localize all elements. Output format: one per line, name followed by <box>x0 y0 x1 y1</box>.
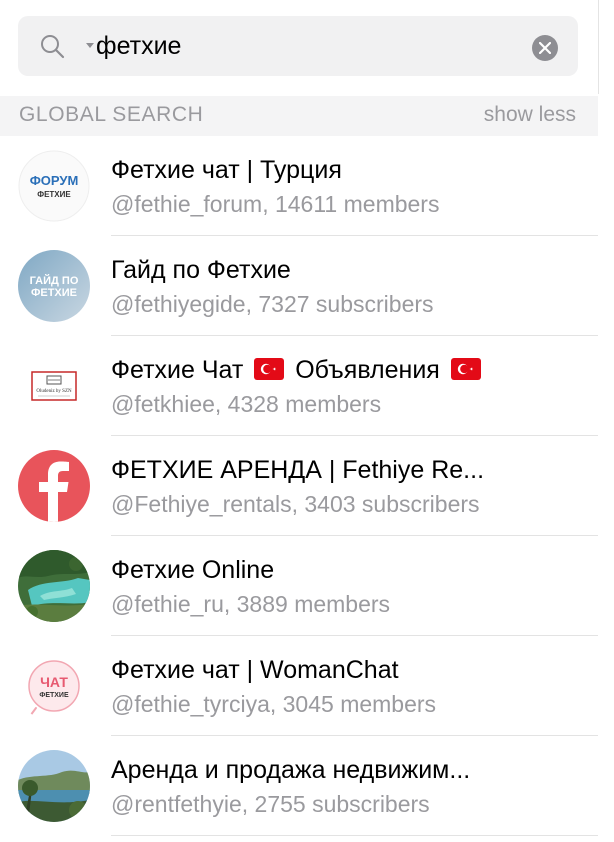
avatar <box>18 750 90 822</box>
turkey-flag-icon <box>254 358 285 380</box>
avatar-text: ФЕТХИЕ <box>31 287 77 299</box>
avatar-text: ГАЙД ПО <box>30 274 79 287</box>
avatar: Oludeniz by SZN <box>18 350 90 422</box>
result-subtitle: @Fethiye_rentals, 3403 subscribers <box>111 491 480 517</box>
result-title: Фетхие чат | Турция <box>111 156 342 184</box>
turkey-flag-icon <box>450 358 481 380</box>
result-subtitle: @fethie_ru, 3889 members <box>111 591 391 617</box>
avatar-text: ФОРУМ <box>30 173 79 188</box>
global-search-header: GLOBAL SEARCH show less <box>0 96 598 136</box>
result-subtitle: @fetkhiee, 4328 members <box>111 391 382 417</box>
result-title-part: Объявления <box>295 356 440 384</box>
row-separator <box>111 835 598 836</box>
result-title-part: Фетхие Чат <box>111 356 244 384</box>
avatar-text: ФЕТХИЕ <box>37 190 71 199</box>
search-icon[interactable] <box>39 33 65 59</box>
result-title: Фетхие Чат Объявления <box>111 356 581 385</box>
search-result-item[interactable]: ЧАТ ФЕТХИЕ Фетхие чат | WomanChat @fethi… <box>0 636 598 736</box>
lagoon-photo <box>18 550 90 622</box>
search-result-item[interactable]: Фетхие Online @fethie_ru, 3889 members <box>0 536 598 636</box>
panel-divider <box>598 0 599 94</box>
avatar: ФОРУМ ФЕТХИЕ <box>18 150 90 222</box>
search-result-item[interactable]: ФЕТХИЕ АРЕНДА | Fethiye Re... @Fethiye_r… <box>0 436 598 536</box>
result-subtitle: @fethie_forum, 14611 members <box>111 191 440 217</box>
avatar-text: Oludeniz by SZN <box>36 389 72 394</box>
show-less-link[interactable]: show less <box>484 103 576 127</box>
result-title: Фетхие чат | WomanChat <box>111 656 399 684</box>
avatar: ЧАТ ФЕТХИЕ <box>18 650 90 722</box>
result-subtitle: @fethie_tyrciya, 3045 members <box>111 691 437 717</box>
result-title: Фетхие Online <box>111 556 275 584</box>
search-input[interactable] <box>96 25 516 67</box>
avatar-text: ФЕТХИЕ <box>39 692 69 699</box>
result-title: Аренда и продажа недвижим... <box>111 756 471 784</box>
search-result-item[interactable]: ФОРУМ ФЕТХИЕ Фетхие чат | Турция @fethie… <box>0 136 598 236</box>
search-results-list: ФОРУМ ФЕТХИЕ Фетхие чат | Турция @fethie… <box>0 136 598 836</box>
search-result-item[interactable]: Oludeniz by SZN Фетхие Чат Объявления @f… <box>0 336 598 436</box>
section-title: GLOBAL SEARCH <box>19 103 204 126</box>
result-subtitle: @rentfethyie, 2755 subscribers <box>111 791 430 817</box>
clear-search-icon[interactable] <box>532 35 558 61</box>
avatar <box>18 450 90 522</box>
result-title: Гайд по Фетхие <box>111 256 291 284</box>
search-result-item[interactable]: ГАЙД ПО ФЕТХИЕ Гайд по Фетхие @fethiyegi… <box>0 236 598 336</box>
avatar-text: ЧАТ <box>40 674 68 690</box>
avatar: ГАЙД ПО ФЕТХИЕ <box>18 250 90 322</box>
coast-photo <box>18 750 90 822</box>
result-title: ФЕТХИЕ АРЕНДА | Fethiye Re... <box>111 456 485 484</box>
search-bar[interactable] <box>18 16 578 76</box>
result-subtitle: @fethiyegide, 7327 subscribers <box>111 291 434 317</box>
avatar <box>18 550 90 622</box>
telegram-search-panel: GLOBAL SEARCH show less ФОРУМ ФЕТХИЕ Фет… <box>0 0 614 842</box>
search-result-item[interactable]: Аренда и продажа недвижим... @rentfethyi… <box>0 736 598 836</box>
chevron-down-icon[interactable] <box>86 43 94 48</box>
facebook-icon <box>18 450 90 522</box>
